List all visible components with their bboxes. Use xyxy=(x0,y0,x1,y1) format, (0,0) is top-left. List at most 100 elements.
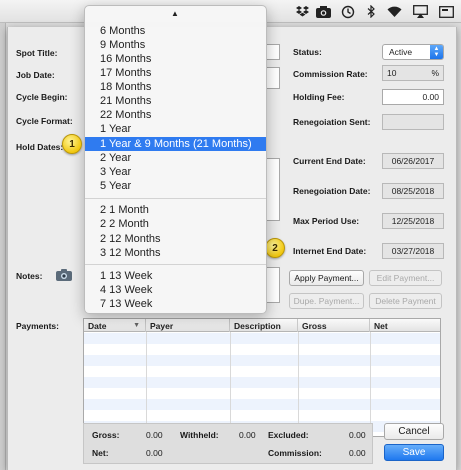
notes-field[interactable] xyxy=(266,267,280,303)
callout-badge-1: 1 xyxy=(62,134,82,154)
time-machine-icon[interactable] xyxy=(340,4,356,19)
commission-rate-field: 10 % xyxy=(382,65,444,81)
menu-item[interactable]: 3 12 Months xyxy=(85,246,266,260)
gross-label: Gross: xyxy=(92,430,120,440)
column-divider xyxy=(146,332,147,436)
internet-end-date-field: 03/27/2018 xyxy=(382,243,444,259)
menu-separator xyxy=(85,198,266,199)
background-window-edge xyxy=(0,23,6,470)
table-row xyxy=(84,377,440,388)
column-date[interactable]: Date ▼ xyxy=(84,319,146,332)
menu-separator xyxy=(85,264,266,265)
table-row xyxy=(84,410,440,421)
menu-item[interactable]: 6 Months xyxy=(85,24,266,38)
excluded-label: Excluded: xyxy=(268,430,309,440)
menu-item[interactable]: 18 Months xyxy=(85,80,266,94)
dupe-payment-button[interactable]: Dupe. Payment... xyxy=(289,293,364,309)
callout-badge-2: 2 xyxy=(265,238,285,258)
sort-desc-icon: ▼ xyxy=(133,322,140,329)
menu-item[interactable]: 5 Year xyxy=(85,179,266,193)
camera-icon[interactable] xyxy=(315,4,331,19)
table-row xyxy=(84,355,440,366)
menu-item[interactable]: 9 Months xyxy=(85,38,266,52)
column-divider xyxy=(370,332,371,436)
gross-value: 0.00 xyxy=(146,430,163,440)
cancel-button[interactable]: Cancel xyxy=(384,423,444,440)
menu-item[interactable]: 2 Year xyxy=(85,151,266,165)
column-net[interactable]: Net xyxy=(370,319,442,332)
current-end-date-label: Current End Date: xyxy=(293,156,366,166)
max-period-use-field: 12/25/2018 xyxy=(382,213,444,229)
menu-item[interactable]: 21 Months xyxy=(85,94,266,108)
column-description[interactable]: Description xyxy=(230,319,298,332)
status-select[interactable]: Active ▲ ▼ xyxy=(382,44,444,60)
renegotiation-date-value: 08/25/2018 xyxy=(391,186,435,196)
payments-table-header: Date ▼ Payer Description Gross Net xyxy=(84,319,440,332)
holding-fee-field[interactable]: 0.00 xyxy=(382,89,444,105)
column-date-label: Date xyxy=(88,320,107,331)
spot-title-field[interactable] xyxy=(266,44,280,60)
column-gross[interactable]: Gross xyxy=(298,319,370,332)
delete-payment-button[interactable]: Delete Payment xyxy=(369,293,442,309)
scroll-up-icon[interactable]: ▲ xyxy=(171,9,179,18)
column-divider xyxy=(230,332,231,436)
excluded-value: 0.00 xyxy=(349,430,366,440)
commission-rate-unit: % xyxy=(431,68,439,78)
column-payer[interactable]: Payer xyxy=(146,319,230,332)
job-date-label: Job Date: xyxy=(16,70,55,80)
cycle-format-label: Cycle Format: xyxy=(16,116,73,126)
commission-rate-value: 10 xyxy=(387,68,397,78)
menu-item[interactable]: 2 1 Month xyxy=(85,203,266,217)
menu-item[interactable]: 1 Year xyxy=(85,122,266,136)
job-date-field[interactable] xyxy=(266,67,280,89)
menu-item[interactable]: 16 Months xyxy=(85,52,266,66)
holding-fee-value: 0.00 xyxy=(422,92,439,102)
column-divider xyxy=(298,332,299,436)
status-select-value: Active xyxy=(389,47,413,57)
hold-dates-list[interactable] xyxy=(266,158,280,221)
notes-label: Notes: xyxy=(16,271,43,281)
table-row xyxy=(84,333,440,344)
current-end-date-field: 06/26/2017 xyxy=(382,153,444,169)
payments-table[interactable]: Date ▼ Payer Description Gross Net xyxy=(83,318,441,437)
menu-item[interactable]: 1 13 Week xyxy=(85,269,266,283)
menu-item[interactable]: 17 Months xyxy=(85,66,266,80)
apply-payment-button[interactable]: Apply Payment... xyxy=(289,270,364,286)
renegotiation-sent-label: Renegoiation Sent: xyxy=(293,117,371,127)
menu-item[interactable]: 3 Year xyxy=(85,165,266,179)
menu-item[interactable]: 7 13 Week xyxy=(85,297,266,311)
display-icon[interactable] xyxy=(438,4,454,19)
renegotiation-date-label: Renegoiation Date: xyxy=(293,186,371,196)
camera-icon[interactable] xyxy=(56,269,72,281)
dropbox-icon[interactable] xyxy=(295,4,309,19)
withheld-label: Withheld: xyxy=(180,430,219,440)
hold-dates-label: Hold Dates: xyxy=(16,142,64,152)
renegotiation-sent-field xyxy=(382,114,444,130)
withheld-value: 0.00 xyxy=(239,430,256,440)
wifi-icon[interactable] xyxy=(386,4,402,19)
payments-summary: Gross: 0.00 Withheld: 0.00 Excluded: 0.0… xyxy=(83,423,373,464)
edit-payment-button[interactable]: Edit Payment... xyxy=(369,270,442,286)
current-end-date-value: 06/26/2017 xyxy=(391,156,435,166)
bluetooth-icon[interactable] xyxy=(366,4,376,19)
hold-dates-popup-menu[interactable]: ▲ 6 Months 9 Months 16 Months 17 Months … xyxy=(84,5,267,314)
menu-item-selected[interactable]: 1 Year & 9 Months (21 Months) xyxy=(85,137,266,151)
internet-end-date-label: Internet End Date: xyxy=(293,246,367,256)
renegotiation-date-field: 08/25/2018 xyxy=(382,183,444,199)
net-label: Net: xyxy=(92,448,109,458)
save-button[interactable]: Save xyxy=(384,444,444,461)
table-row xyxy=(84,388,440,399)
max-period-use-value: 12/25/2018 xyxy=(391,216,435,226)
menu-item[interactable]: 2 12 Months xyxy=(85,232,266,246)
chevron-updown-icon: ▲ ▼ xyxy=(430,45,443,59)
table-row xyxy=(84,399,440,410)
menu-item[interactable]: 22 Months xyxy=(85,108,266,122)
airplay-icon[interactable] xyxy=(412,4,428,19)
spot-title-label: Spot Title: xyxy=(16,48,58,58)
status-label: Status: xyxy=(293,47,322,57)
menu-item[interactable]: 4 13 Week xyxy=(85,283,266,297)
commission-value: 0.00 xyxy=(349,448,366,458)
menu-item[interactable]: 2 2 Month xyxy=(85,217,266,231)
max-period-use-label: Max Period Use: xyxy=(293,216,360,226)
cycle-begin-label: Cycle Begin: xyxy=(16,92,68,102)
